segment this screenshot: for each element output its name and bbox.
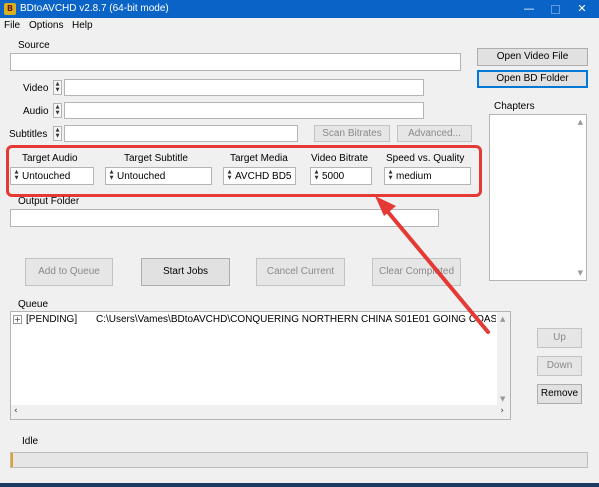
- open-bd-folder-button[interactable]: Open BD Folder: [477, 70, 588, 88]
- chapters-label: Chapters: [494, 101, 535, 112]
- scan-bitrates-button[interactable]: Scan Bitrates: [314, 125, 390, 142]
- chapters-list[interactable]: ▲ ▼: [489, 114, 587, 281]
- annotation-highlight: [6, 145, 482, 197]
- start-jobs-button[interactable]: Start Jobs: [141, 258, 230, 286]
- scroll-right-icon[interactable]: ›: [500, 406, 504, 416]
- scroll-down-icon[interactable]: ▼: [500, 395, 505, 403]
- move-down-button[interactable]: Down: [537, 356, 582, 376]
- move-up-button[interactable]: Up: [537, 328, 582, 348]
- source-label: Source: [18, 40, 50, 51]
- video-track-input[interactable]: [64, 79, 424, 96]
- scroll-up-icon[interactable]: ▲: [500, 315, 505, 323]
- menu-help[interactable]: Help: [72, 20, 93, 31]
- subtitles-spinner[interactable]: ▲ ▼: [53, 126, 62, 141]
- maximize-icon: [550, 4, 560, 14]
- menu-bar: File Options Help: [0, 18, 599, 34]
- queue-item[interactable]: + [PENDING] C:\Users\Vames\BDtoAVCHD\CON…: [12, 314, 497, 326]
- subtitles-track-input[interactable]: [64, 125, 298, 142]
- audio-label: Audio: [23, 106, 49, 117]
- queue-item-path: C:\Users\Vames\BDtoAVCHD\CONQUERING NORT…: [96, 314, 496, 325]
- output-folder-input[interactable]: [10, 209, 439, 227]
- app-icon: B: [4, 3, 16, 15]
- audio-track-input[interactable]: [64, 102, 424, 119]
- video-label: Video: [23, 83, 49, 94]
- subtitles-label: Subtitles: [9, 129, 48, 140]
- cancel-current-button[interactable]: Cancel Current: [256, 258, 345, 286]
- progress-bar: [10, 452, 588, 468]
- output-folder-label: Output Folder: [18, 196, 80, 207]
- queue-label: Queue: [18, 299, 49, 310]
- close-button[interactable]: ✕: [567, 0, 597, 18]
- status-text: Idle: [22, 436, 39, 447]
- queue-vertical-scrollbar[interactable]: ▲ ▼: [497, 312, 510, 406]
- advanced-button[interactable]: Advanced...: [397, 125, 472, 142]
- progress-fill: [11, 453, 13, 467]
- open-video-file-button[interactable]: Open Video File: [477, 48, 588, 66]
- video-spinner[interactable]: ▲ ▼: [53, 80, 62, 95]
- taskbar-strip: [0, 483, 599, 487]
- title-bar: B BDtoAVCHD v2.8.7 (64-bit mode) — ✕: [0, 0, 599, 18]
- queue-list[interactable]: + [PENDING] C:\Users\Vames\BDtoAVCHD\CON…: [10, 311, 511, 420]
- audio-spinner[interactable]: ▲ ▼: [53, 103, 62, 118]
- clear-completed-button[interactable]: Clear Completed: [372, 258, 461, 286]
- menu-file[interactable]: File: [4, 20, 20, 31]
- maximize-button[interactable]: [541, 0, 569, 18]
- queue-item-status: [PENDING]: [26, 314, 78, 325]
- source-input[interactable]: [10, 53, 461, 71]
- expand-icon[interactable]: +: [13, 315, 22, 324]
- scroll-up-icon[interactable]: ▲: [578, 118, 583, 126]
- remove-button[interactable]: Remove: [537, 384, 582, 404]
- minimize-button[interactable]: —: [515, 0, 543, 18]
- queue-horizontal-scrollbar[interactable]: ‹ ›: [11, 405, 510, 419]
- add-to-queue-button[interactable]: Add to Queue: [25, 258, 113, 286]
- scroll-down-icon[interactable]: ▼: [578, 269, 583, 277]
- scroll-left-icon[interactable]: ‹: [14, 406, 18, 416]
- menu-options[interactable]: Options: [29, 20, 63, 31]
- window-title: BDtoAVCHD v2.8.7 (64-bit mode): [20, 3, 169, 14]
